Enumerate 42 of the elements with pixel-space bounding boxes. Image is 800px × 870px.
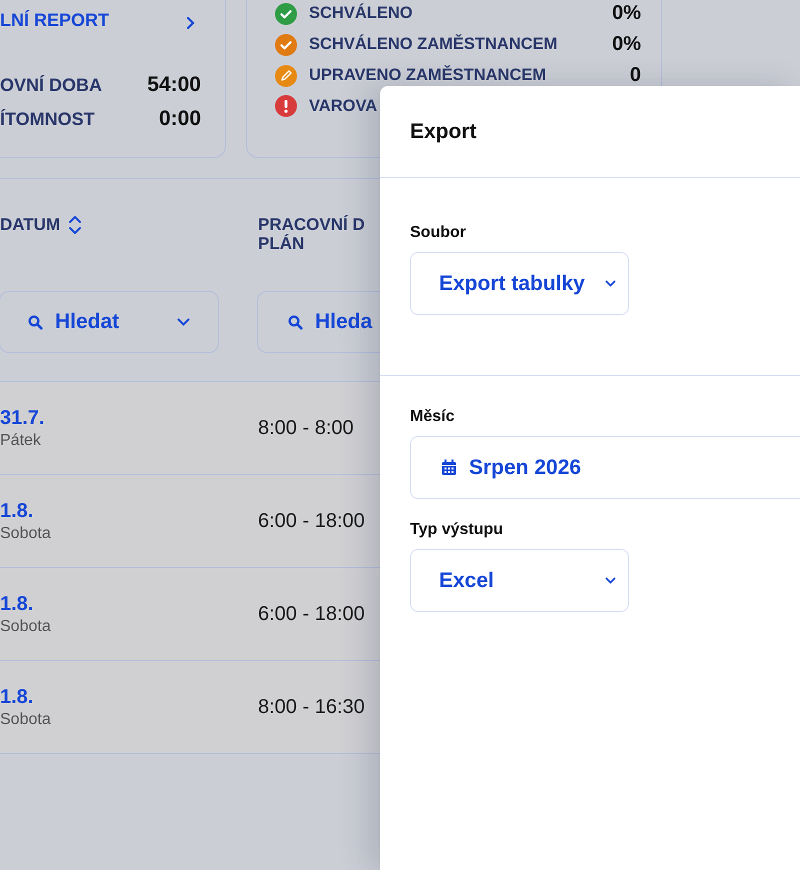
column-header: DATUM [0, 215, 60, 234]
summary-value: 54:00 [147, 73, 201, 97]
chevron-down-icon [605, 577, 616, 584]
day-cell-text: Pátek [0, 432, 42, 450]
select-field[interactable]: Excel [410, 549, 629, 612]
plan-cell: 8:00 - 16:30 [258, 696, 365, 718]
day-cell-text: Sobota [0, 524, 52, 542]
summary-label: OVNÍ DOBA [0, 74, 104, 96]
plan-cell: 6:00 - 18:00 [258, 602, 365, 626]
status-value: 0% [612, 2, 641, 25]
status-label: UPRAVENO ZAMĚSTNANCEM [309, 66, 548, 85]
panel-title: Export [410, 120, 477, 144]
date-cell-text: 1.8. [0, 500, 34, 522]
select-field[interactable]: Export tabulky [410, 252, 629, 315]
plan-cell: 8:00 - 8:00 [258, 416, 354, 440]
sort-icon[interactable] [68, 215, 82, 235]
search-icon [288, 314, 303, 330]
search-icon [28, 314, 43, 330]
status-value: 0 [628, 64, 641, 87]
date-cell-text: 1.8. [0, 686, 34, 708]
plan-cell: 6:00 - 18:00 [258, 510, 365, 532]
chevron-down-icon [605, 280, 616, 287]
column-header: PRACOVNÍ D PLÁN [258, 215, 365, 253]
status-label: SCHVÁLENO [309, 4, 414, 23]
date-cell-text: 1.8. [0, 592, 34, 616]
status-label: SCHVÁLENO ZAMĚSTNANCEM [309, 35, 558, 54]
day-cell-text: Sobota [0, 618, 52, 636]
day-cell-text: Sobota [0, 710, 52, 728]
status-label: VAROVA [309, 96, 378, 116]
search-field[interactable]: Hledat [0, 291, 219, 353]
month-field[interactable]: Srpen 2026 [410, 436, 800, 499]
calendar-icon [441, 459, 457, 476]
summary-value: 0:00 [158, 107, 201, 131]
date-cell-text: 31.7. [0, 406, 46, 430]
summary-label: ÍTOMNOST [0, 108, 96, 130]
report-link[interactable]: LNÍ REPORT [0, 10, 201, 31]
status-value: 0% [612, 33, 641, 56]
chevron-down-icon [177, 318, 190, 326]
field-label: Měsíc [410, 408, 456, 426]
field-label: Soubor [410, 224, 467, 242]
chevron-right-icon [186, 16, 195, 30]
field-label: Typ výstupu [410, 521, 504, 539]
